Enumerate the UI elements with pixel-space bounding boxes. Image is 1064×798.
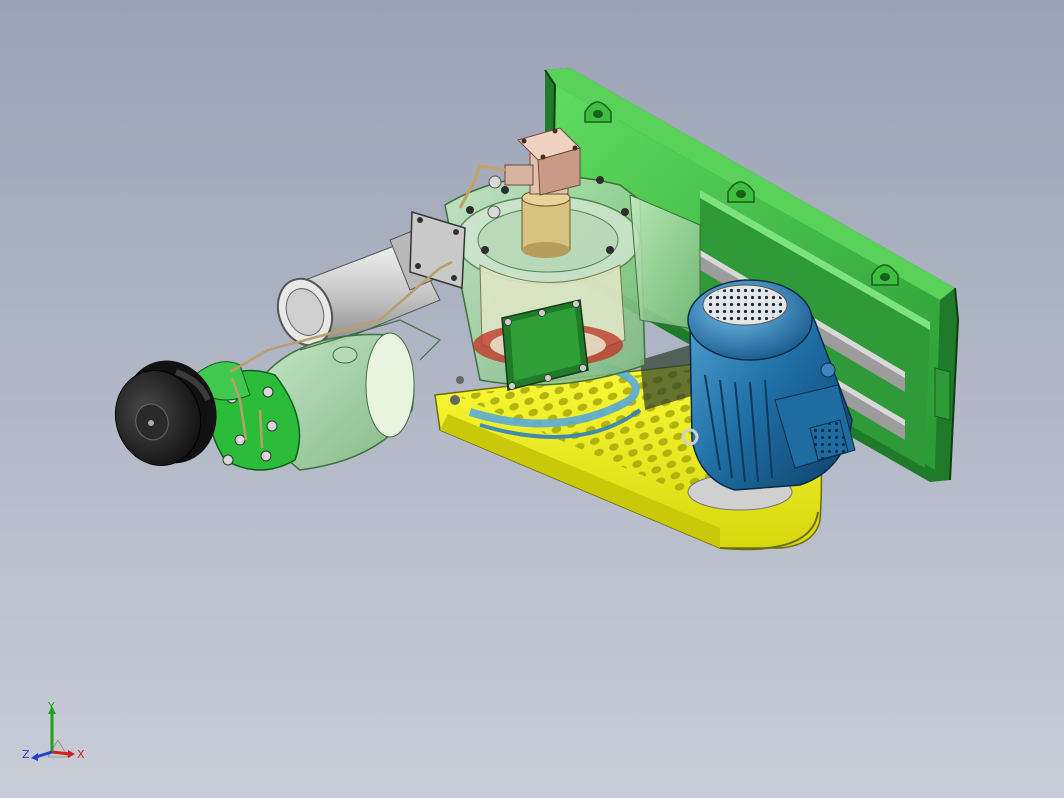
triad-x-arrowhead (68, 750, 75, 758)
triad-z-label: Z (22, 748, 30, 761)
triad-y-label: Y (47, 702, 55, 713)
orientation-triad[interactable]: Y X Z (22, 702, 92, 772)
cad-model-assembly[interactable] (0, 0, 1064, 798)
triad-x-label: X (77, 748, 85, 761)
cad-viewport[interactable]: Y X Z (0, 0, 1064, 798)
silver-cylinder[interactable] (269, 211, 466, 353)
triad-x-axis (51, 750, 71, 756)
triad-z-arrowhead (31, 753, 38, 761)
